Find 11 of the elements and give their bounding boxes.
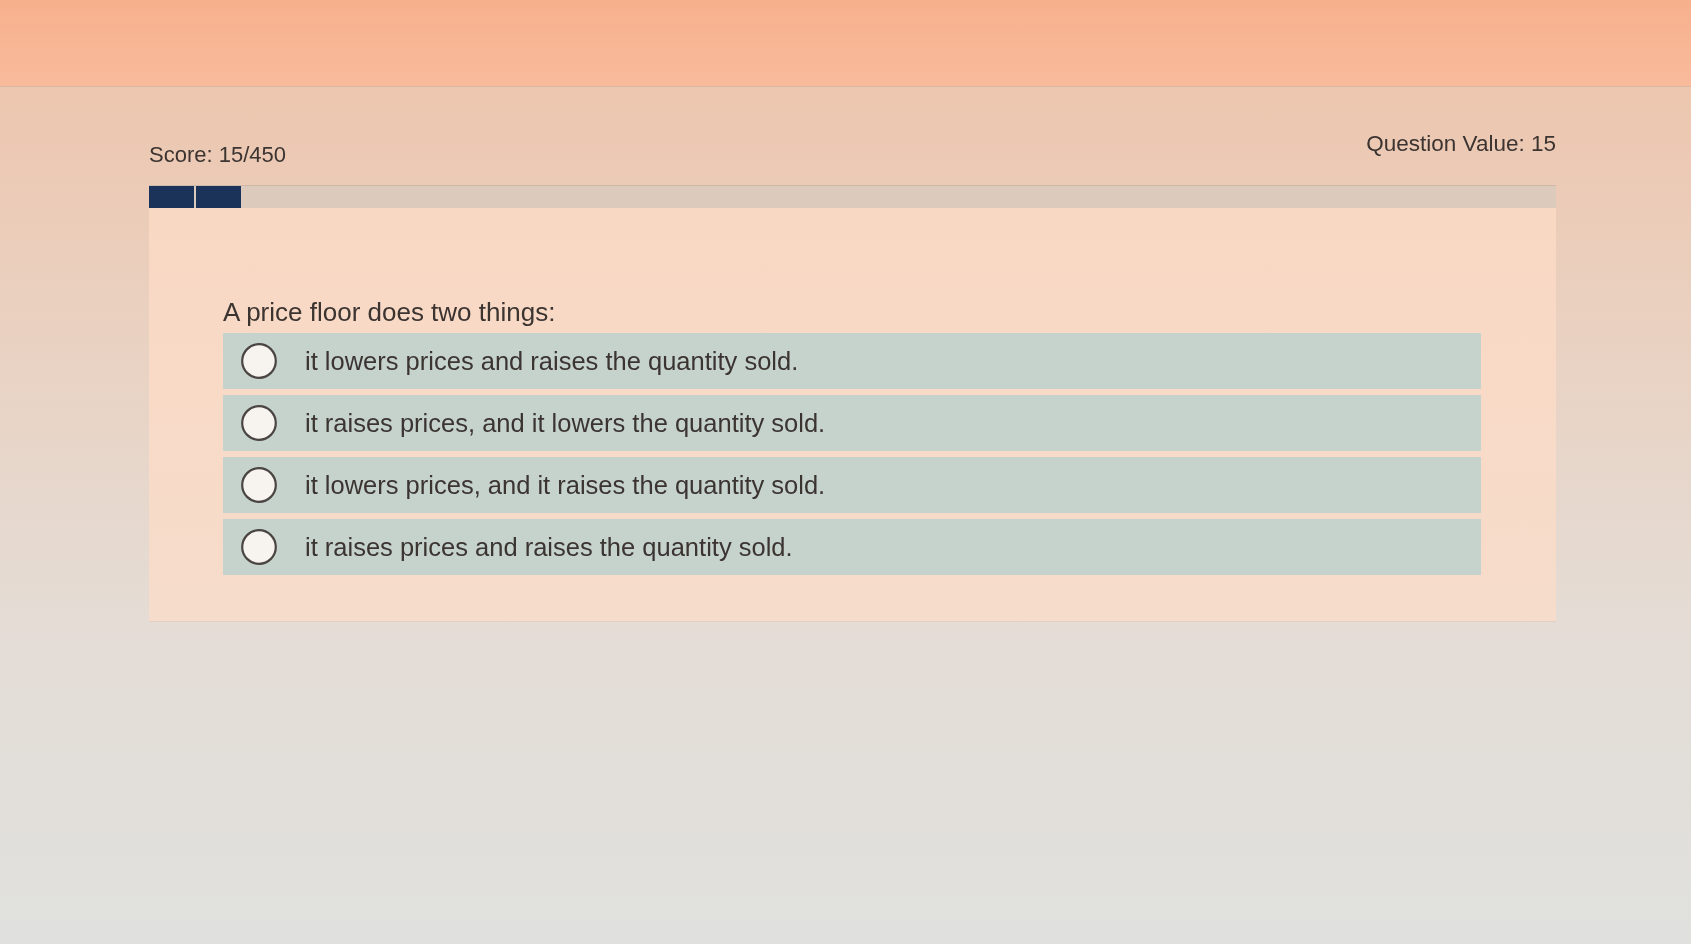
answer-option[interactable]: it raises prices and raises the quantity sold. [223,519,1481,575]
radio-icon[interactable] [241,467,277,503]
question-prompt: A price floor does two things: [223,296,557,328]
question-value-text: Question Value: 15 [1366,131,1556,157]
radio-icon[interactable] [241,529,277,565]
radio-icon[interactable] [241,343,277,379]
answer-option[interactable]: it raises prices, and it lowers the quantity sold. [223,395,1481,451]
answer-option[interactable]: it lowers prices and raises the quantity sold. [223,333,1481,389]
score-text: Score: 15/450 [149,142,286,168]
answer-option[interactable]: it lowers prices, and it raises the quantity sold. [223,457,1481,513]
radio-icon[interactable] [241,405,277,441]
